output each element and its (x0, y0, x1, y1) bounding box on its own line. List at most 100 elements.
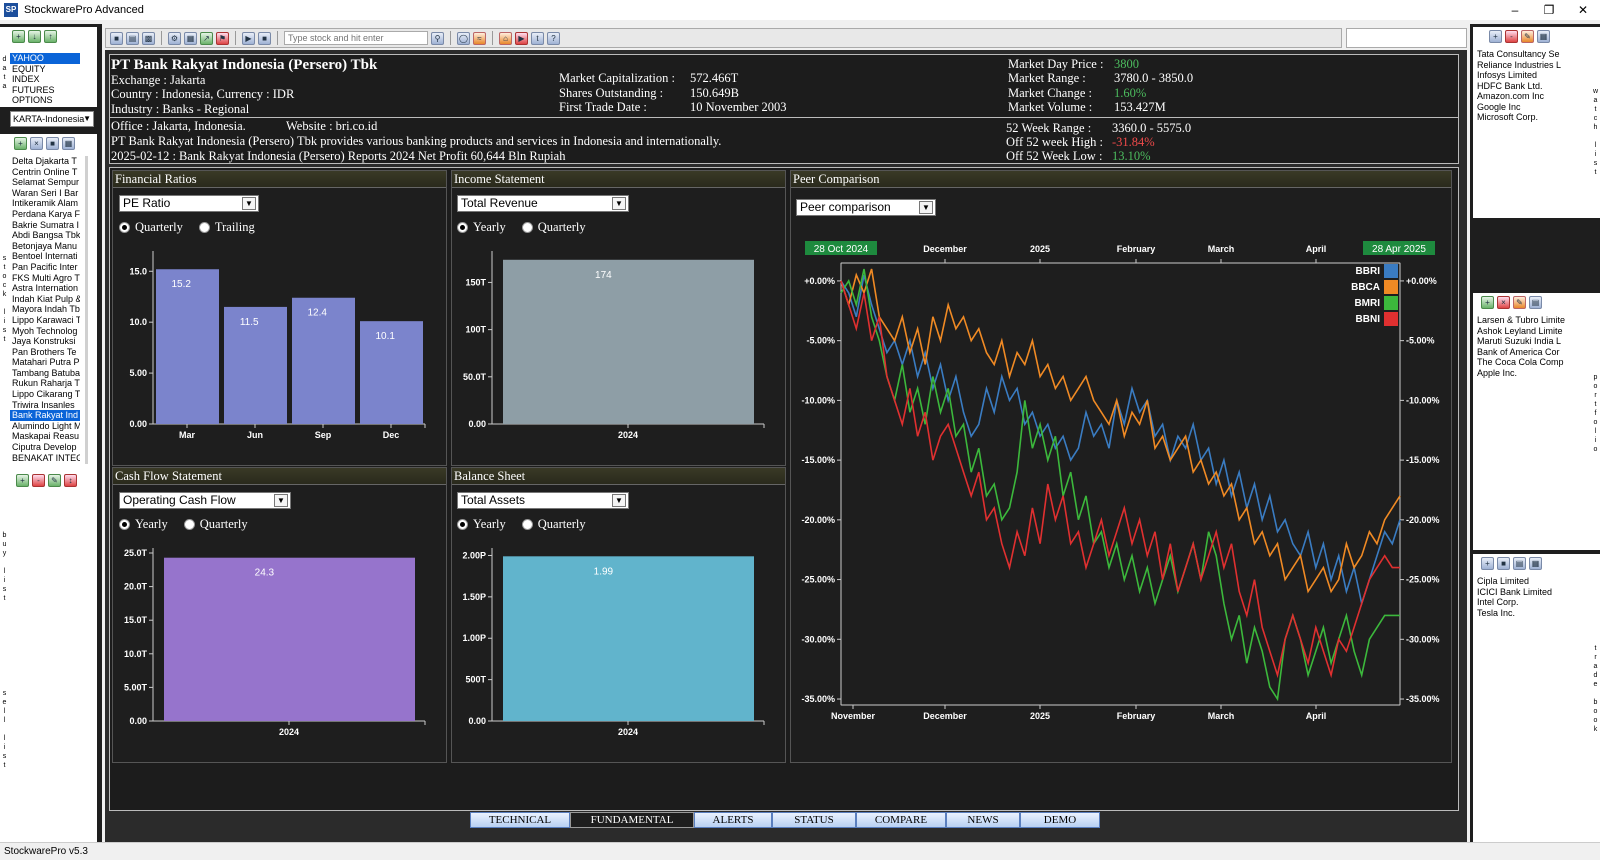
stock-item[interactable]: Lippo Karawaci T (10, 315, 80, 326)
tab-demo[interactable]: DEMO (1020, 812, 1100, 828)
web-icon[interactable]: ◯ (457, 31, 470, 45)
portfolio-add-icon[interactable]: + (1481, 296, 1494, 309)
stock-item[interactable]: Bentoel Internati (10, 251, 80, 262)
trade-book-item[interactable]: Tesla Inc. (1477, 608, 1589, 619)
watch-item[interactable]: HDFC Bank Ltd. (1477, 81, 1589, 92)
watch-item[interactable]: Reliance Industries L (1477, 60, 1589, 71)
tab-alerts[interactable]: ALERTS (694, 812, 772, 828)
balance-select[interactable]: Total Assets ▼ (457, 492, 629, 509)
portfolio-report-icon[interactable]: ▤ (1529, 296, 1542, 309)
stock-item[interactable]: Mayora Indah Tb (10, 304, 80, 315)
stock-item[interactable]: Intikeramik Alam (10, 198, 80, 209)
remove-stock-icon[interactable]: × (30, 137, 43, 150)
stock-list[interactable]: Delta Djakarta T Centrin Online T Selamat … (10, 156, 80, 463)
tab-technical[interactable]: TECHNICAL (470, 812, 570, 828)
radio-quarterly[interactable]: Quarterly (521, 517, 586, 532)
buy-add-icon[interactable]: + (16, 474, 29, 487)
stock-item[interactable]: Myoh Technolog (10, 326, 80, 337)
trade-add-icon[interactable]: + (1481, 557, 1494, 570)
save-icon[interactable]: ■ (110, 31, 123, 45)
settings-icon[interactable]: ⚙ (168, 31, 181, 45)
stock-list-scrollbar[interactable] (85, 156, 88, 464)
home-icon[interactable]: ⌂ (499, 31, 512, 45)
trade-book-item[interactable]: Intel Corp. (1477, 597, 1589, 608)
portfolio-list[interactable]: Larsen & Tubro Limite Ashok Leyland Limit… (1473, 315, 1589, 378)
print-icon[interactable]: ▩ (142, 31, 155, 45)
stock-item[interactable]: Waran Seri I Bar (10, 188, 80, 199)
watch-table-icon[interactable]: ▦ (1537, 30, 1550, 43)
radio-quarterly[interactable]: Quarterly (521, 220, 586, 235)
export-data-icon[interactable]: ↑ (44, 30, 57, 43)
trade-book-item[interactable]: ICICI Bank Limited (1477, 587, 1589, 598)
radio-trailing[interactable]: Trailing (198, 220, 255, 235)
market-item[interactable]: YAHOO (10, 53, 80, 64)
radio-quarterly[interactable]: Quarterly (183, 517, 248, 532)
stock-item[interactable]: Matahari Putra P (10, 357, 80, 368)
watch-item[interactable]: Microsoft Corp. (1477, 112, 1589, 123)
market-item[interactable]: FUTURES (10, 85, 80, 96)
watch-remove-icon[interactable]: - (1505, 30, 1518, 43)
layout-icon[interactable]: ▦ (184, 31, 197, 45)
income-select[interactable]: Total Revenue ▼ (457, 195, 629, 212)
tab-fundamental[interactable]: FUNDAMENTAL (570, 812, 694, 828)
stock-item[interactable]: BENAKAT INTEG (10, 453, 80, 464)
stock-item[interactable]: Abdi Bangsa Tbk (10, 230, 80, 241)
market-item[interactable]: OPTIONS (10, 95, 80, 106)
minimize-button[interactable]: – (1498, 0, 1532, 20)
portfolio-remove-icon[interactable]: × (1497, 296, 1510, 309)
add-stock-icon[interactable]: + (14, 137, 27, 150)
trade-book-list[interactable]: Cipla Limited ICICI Bank Limited Intel Cor… (1473, 576, 1589, 618)
stock-item[interactable]: Perdana Karya F (10, 209, 80, 220)
watch-item[interactable]: Tata Consultancy Se (1477, 49, 1589, 60)
youtube-icon[interactable]: ▶ (515, 31, 528, 45)
stock-item[interactable]: Jaya Konstruksi (10, 336, 80, 347)
portfolio-edit-icon[interactable]: ✎ (1513, 296, 1526, 309)
buy-move-icon[interactable]: ↕ (64, 474, 77, 487)
trade-book-item[interactable]: Cipla Limited (1477, 576, 1589, 587)
maximize-button[interactable]: ❐ (1532, 0, 1566, 20)
cash-flow-select[interactable]: Operating Cash Flow ▼ (119, 492, 291, 509)
stock-item[interactable]: Tambang Batuba (10, 368, 80, 379)
add-data-icon[interactable]: + (12, 30, 25, 43)
website-link[interactable]: Website : bri.co.id (286, 119, 377, 134)
market-item[interactable]: EQUITY (10, 64, 80, 75)
tab-compare[interactable]: COMPARE (856, 812, 946, 828)
trade-save-icon[interactable]: ■ (1497, 557, 1510, 570)
watch-item[interactable]: Amazon.com Inc (1477, 91, 1589, 102)
stock-item[interactable]: Pan Pacific Inter (10, 262, 80, 273)
stock-item[interactable]: Rukun Raharja T (10, 378, 80, 389)
tab-status[interactable]: STATUS (772, 812, 856, 828)
trade-copy-icon[interactable]: ▤ (1513, 557, 1526, 570)
market-list[interactable]: YAHOO EQUITY INDEX FUTURES OPTIONS (10, 53, 80, 106)
stock-item[interactable]: Centrin Online T (10, 167, 80, 178)
stock-item[interactable]: Bakrie Sumatra I (10, 220, 80, 231)
stop-icon[interactable]: ■ (258, 31, 271, 45)
market-item[interactable]: INDEX (10, 74, 80, 85)
watch-item[interactable]: Infosys Limited (1477, 70, 1589, 81)
watch-list[interactable]: Tata Consultancy Se Reliance Industries L… (1473, 49, 1589, 123)
tab-news[interactable]: NEWS (946, 812, 1020, 828)
stock-item[interactable]: Indah Kiat Pulp & (10, 294, 80, 305)
search-input[interactable] (284, 31, 428, 45)
stock-item[interactable]: Delta Djakarta T (10, 156, 80, 167)
ratio-select[interactable]: PE Ratio ▼ (119, 195, 259, 212)
stock-item[interactable]: Betonjaya Manu (10, 241, 80, 252)
buy-edit-icon[interactable]: ✎ (48, 474, 61, 487)
stock-item[interactable]: Bank Rakyat Ind (10, 410, 80, 421)
stock-item[interactable]: Pan Brothers Te (10, 347, 80, 358)
radio-yearly[interactable]: Yearly (457, 517, 506, 532)
print-preview-icon[interactable]: ▤ (126, 31, 139, 45)
portfolio-item[interactable]: Ashok Leyland Limite (1477, 326, 1589, 337)
close-button[interactable]: ✕ (1566, 0, 1600, 20)
copy-stock-icon[interactable]: ■ (46, 137, 59, 150)
radio-yearly[interactable]: Yearly (457, 220, 506, 235)
help-icon[interactable]: ? (547, 31, 560, 45)
watch-item[interactable]: Google Inc (1477, 102, 1589, 113)
grid-view-icon[interactable]: ▦ (62, 137, 75, 150)
search-icon[interactable]: ⚲ (431, 31, 444, 45)
radio-quarterly[interactable]: Quarterly (119, 220, 183, 235)
buy-remove-icon[interactable]: - (32, 474, 45, 487)
play-icon[interactable]: ▶ (242, 31, 255, 45)
watch-edit-icon[interactable]: ✎ (1521, 30, 1534, 43)
radio-yearly[interactable]: Yearly (119, 517, 168, 532)
